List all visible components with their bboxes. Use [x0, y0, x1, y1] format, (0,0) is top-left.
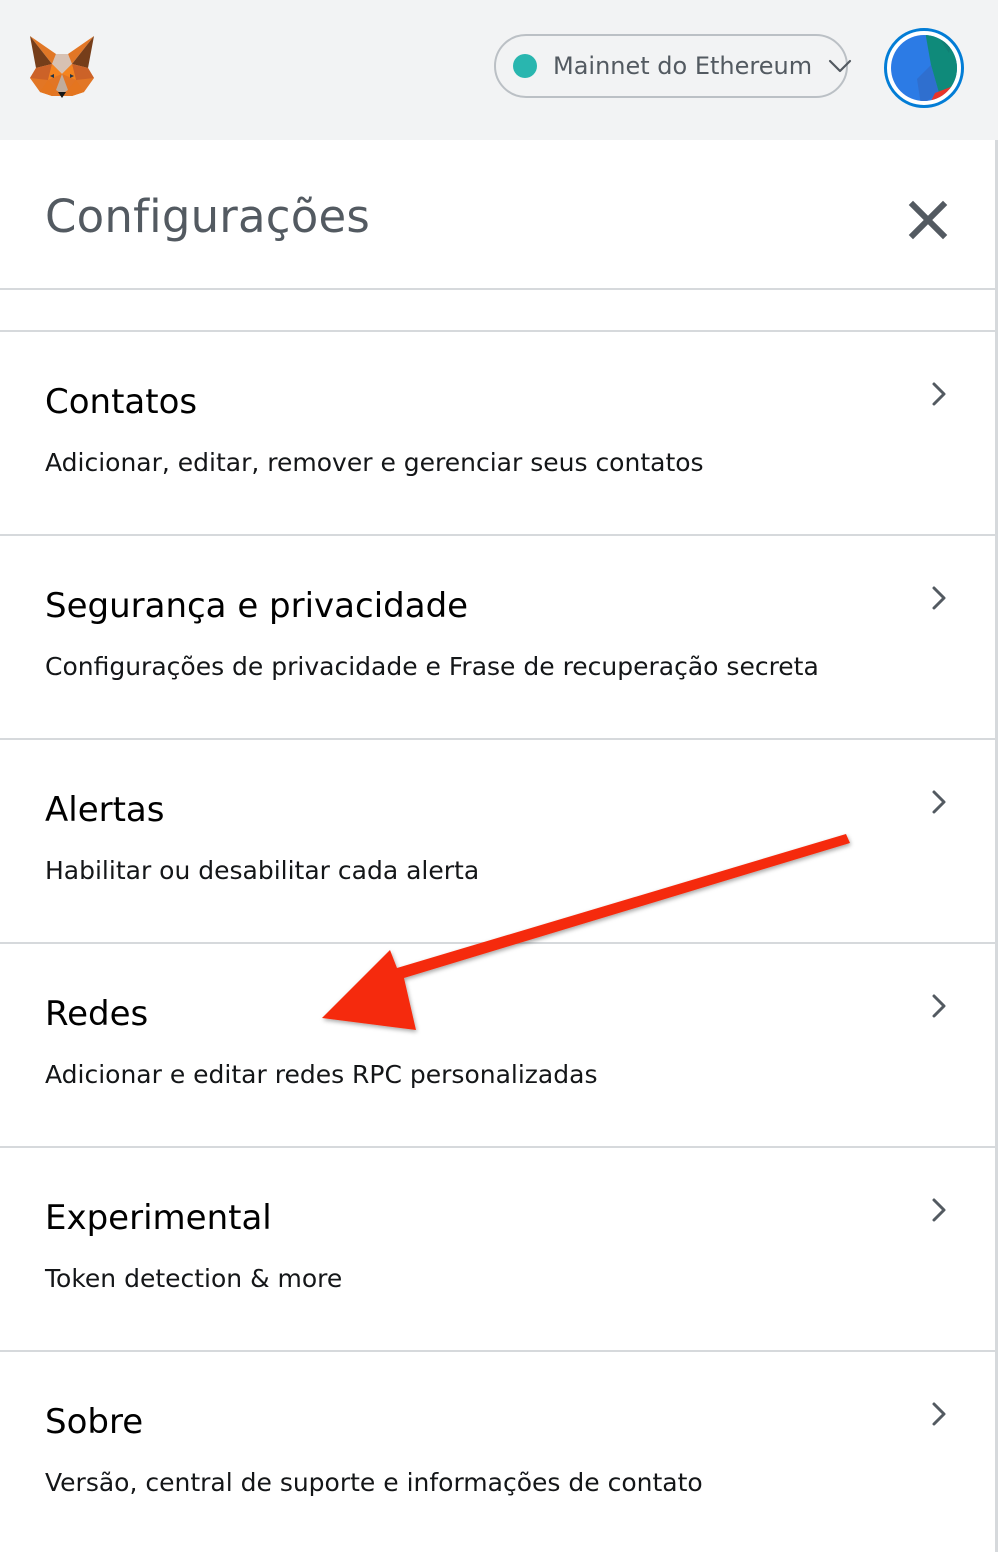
chevron-right-icon: [930, 992, 948, 1020]
chevron-right-icon: [930, 584, 948, 612]
settings-screen: Mainnet do Ethereum Configurações Contat…: [0, 0, 998, 1552]
settings-item-alertas[interactable]: Alertas Habilitar ou desabilitar cada al…: [0, 740, 998, 944]
chevron-right-icon: [930, 380, 948, 408]
settings-item-description: Adicionar e editar redes RPC personaliza…: [45, 1060, 598, 1089]
chevron-right-icon: [930, 1196, 948, 1224]
chevron-down-icon: [828, 58, 852, 74]
settings-item-experimental[interactable]: Experimental Token detection & more: [0, 1148, 998, 1352]
settings-title-bar: Configurações: [0, 140, 998, 290]
close-button[interactable]: [906, 198, 950, 242]
settings-item-contatos[interactable]: Contatos Adicionar, editar, remover e ge…: [0, 332, 998, 536]
chevron-right-icon: [930, 1400, 948, 1428]
settings-item-description: Adicionar, editar, remover e gerenciar s…: [45, 448, 704, 477]
page-title: Configurações: [45, 190, 370, 243]
settings-item-title: Alertas: [45, 790, 165, 830]
account-avatar[interactable]: [884, 28, 964, 108]
settings-item-redes[interactable]: Redes Adicionar e editar redes RPC perso…: [0, 944, 998, 1148]
settings-item-title: Redes: [45, 994, 149, 1034]
settings-item-title: Experimental: [45, 1198, 272, 1238]
network-status-dot: [513, 54, 537, 78]
settings-list: Contatos Adicionar, editar, remover e ge…: [0, 332, 998, 1552]
close-icon: [908, 200, 948, 240]
network-name: Mainnet do Ethereum: [553, 52, 813, 80]
settings-item-description: Token detection & more: [45, 1264, 343, 1293]
settings-item-title: Sobre: [45, 1402, 144, 1442]
network-selector[interactable]: Mainnet do Ethereum: [494, 34, 852, 98]
settings-item-description: Versão, central de suporte e informações…: [45, 1468, 703, 1497]
settings-item-title: Contatos: [45, 382, 198, 422]
settings-item-title: Segurança e privacidade: [45, 586, 469, 626]
settings-item-sobre[interactable]: Sobre Versão, central de suporte e infor…: [0, 1352, 998, 1552]
metamask-fox-icon[interactable]: [26, 34, 98, 100]
settings-item-description: Configurações de privacidade e Frase de …: [45, 652, 819, 681]
app-header: Mainnet do Ethereum: [0, 0, 998, 140]
chevron-right-icon: [930, 788, 948, 816]
settings-item-seguranca[interactable]: Segurança e privacidade Configurações de…: [0, 536, 998, 740]
list-scroll-top-edge: [0, 290, 998, 332]
settings-item-description: Habilitar ou desabilitar cada alerta: [45, 856, 480, 885]
